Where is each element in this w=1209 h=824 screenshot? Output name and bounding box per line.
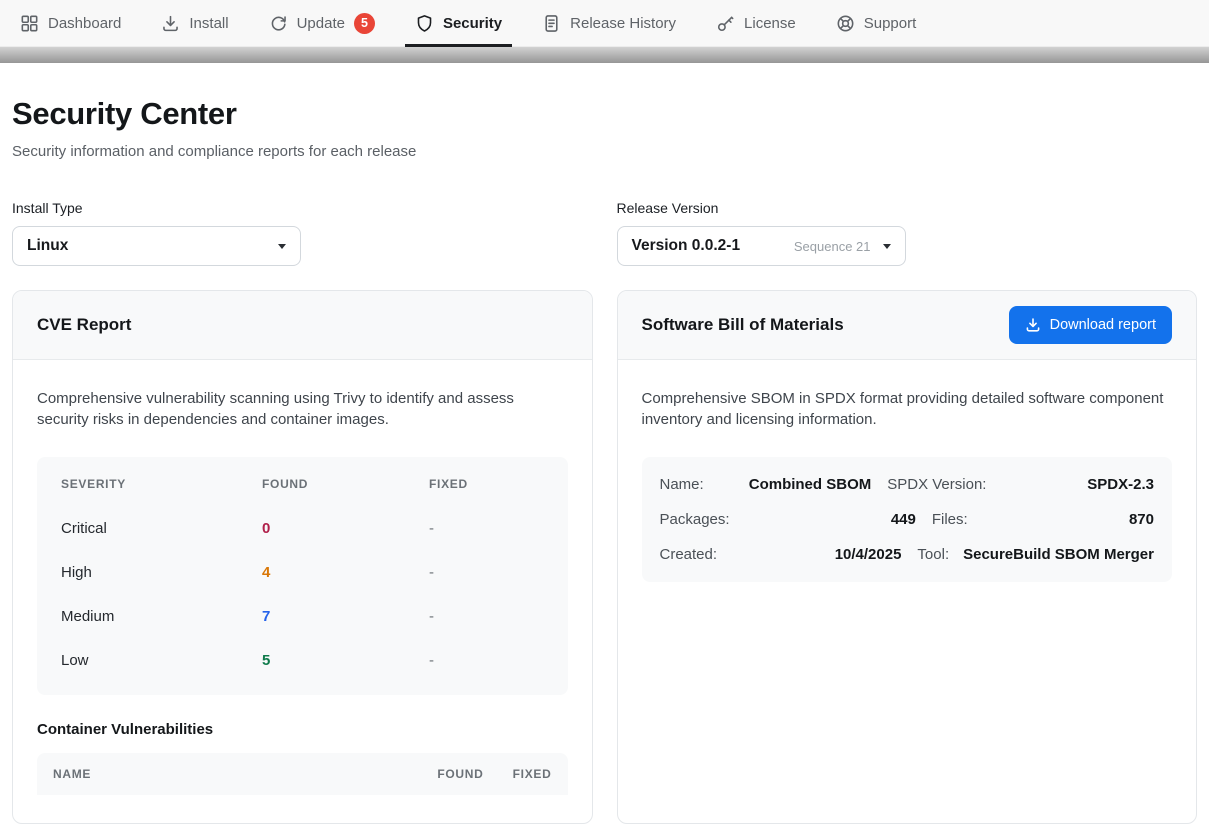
chevron-down-icon [278,244,286,249]
sbom-body: Comprehensive SBOM in SPDX format provid… [618,360,1197,610]
detail-value: 10/4/2025 [731,546,901,563]
nav-tab-support[interactable]: Support [816,0,937,46]
page-title: Security Center [12,96,1197,132]
col-fixed: FIXED [500,767,552,781]
table-row: Name: Combined SBOM SPDX Version: SPDX-2… [660,467,1155,502]
install-type-label: Install Type [12,200,593,216]
fixed-count: - [429,520,544,537]
filters-row: Install Type Linux Release Version Versi… [12,200,1197,266]
container-vulnerabilities-title: Container Vulnerabilities [37,721,568,738]
grid-icon [20,14,39,33]
detail-label: Packages: [660,511,730,528]
table-row: Medium 7 - [37,595,568,639]
detail-value: 449 [744,511,916,528]
release-version-filter: Release Version Version 0.0.2-1 Sequence… [617,200,1198,266]
release-version-value: Version 0.0.2-1 [632,237,786,255]
table-row: High 4 - [37,551,568,595]
sbom-title: Software Bill of Materials [642,315,844,335]
severity-label: Medium [61,608,262,625]
severity-label: High [61,564,262,581]
detail-value: SPDX-2.3 [1000,476,1154,493]
nav-tab-label: Release History [570,15,676,32]
detail-value: 870 [982,511,1154,528]
update-count-badge: 5 [354,13,375,34]
detail-label: Created: [660,546,718,563]
nav-tab-label: Update [297,15,345,32]
cve-report-description: Comprehensive vulnerability scanning usi… [37,388,568,431]
sbom-description: Comprehensive SBOM in SPDX format provid… [642,388,1173,431]
cve-report-card: CVE Report Comprehensive vulnerability s… [12,290,593,824]
cve-report-title: CVE Report [37,315,131,335]
chevron-down-icon [883,244,891,249]
page-subtitle: Security information and compliance repo… [12,143,1197,160]
shield-icon [415,14,434,33]
fixed-count: - [429,652,544,669]
download-report-button[interactable]: Download report [1009,306,1172,344]
sbom-header: Software Bill of Materials Download repo… [618,291,1197,360]
install-type-value: Linux [27,237,270,255]
release-version-label: Release Version [617,200,1198,216]
document-icon [542,14,561,33]
cve-report-header: CVE Report [13,291,592,360]
col-fixed: FIXED [429,477,544,491]
refresh-icon [269,14,288,33]
install-type-filter: Install Type Linux [12,200,593,266]
report-cards: CVE Report Comprehensive vulnerability s… [12,290,1197,824]
nav-tab-release-history[interactable]: Release History [522,0,696,46]
col-found: FOUND [404,767,484,781]
nav-tab-label: Dashboard [48,15,121,32]
top-navigation: Dashboard Install Update 5 Security [0,0,1209,47]
nav-tab-label: Install [189,15,228,32]
nav-tab-security[interactable]: Security [395,0,522,46]
found-count: 5 [262,652,429,669]
install-type-select[interactable]: Linux [12,226,301,266]
main-content: Security Center Security information and… [0,96,1209,824]
table-row: Critical 0 - [37,507,568,551]
severity-label: Critical [61,520,262,537]
nav-tab-install[interactable]: Install [141,0,248,46]
nav-tab-dashboard[interactable]: Dashboard [0,0,141,46]
nav-tab-label: License [744,15,796,32]
detail-value: Combined SBOM [718,476,872,493]
detail-label: Name: [660,476,704,493]
container-vulnerabilities-table-header: NAME FOUND FIXED [37,753,568,795]
download-icon [161,14,180,33]
download-report-label: Download report [1050,317,1156,333]
severity-table-header: SEVERITY FOUND FIXED [37,461,568,507]
release-version-select[interactable]: Version 0.0.2-1 Sequence 21 [617,226,906,266]
found-count: 4 [262,564,429,581]
detail-label: Tool: [915,546,949,563]
fixed-count: - [429,608,544,625]
found-count: 7 [262,608,429,625]
nav-shadow-divider [0,47,1209,63]
sequence-badge: Sequence 21 [794,239,871,254]
found-count: 0 [262,520,429,537]
detail-value: SecureBuild SBOM Merger [963,546,1154,563]
nav-tab-update[interactable]: Update 5 [249,0,395,46]
severity-label: Low [61,652,262,669]
lifebuoy-icon [836,14,855,33]
detail-label: Files: [930,511,968,528]
table-row: Packages: 449 Files: 870 [660,502,1155,537]
nav-tab-license[interactable]: License [696,0,816,46]
severity-table: SEVERITY FOUND FIXED Critical 0 - High 4… [37,457,568,695]
fixed-count: - [429,564,544,581]
col-found: FOUND [262,477,429,491]
table-row: Created: 10/4/2025 Tool: SecureBuild SBO… [660,537,1155,572]
cve-report-body: Comprehensive vulnerability scanning usi… [13,360,592,823]
table-row: Low 5 - [37,639,568,683]
col-name: NAME [53,767,388,781]
nav-tab-label: Support [864,15,917,32]
key-icon [716,14,735,33]
sbom-details-table: Name: Combined SBOM SPDX Version: SPDX-2… [642,457,1173,582]
download-icon [1025,317,1041,333]
nav-tab-label: Security [443,15,502,32]
detail-label: SPDX Version: [885,476,986,493]
col-severity: SEVERITY [61,477,262,491]
sbom-card: Software Bill of Materials Download repo… [617,290,1198,824]
